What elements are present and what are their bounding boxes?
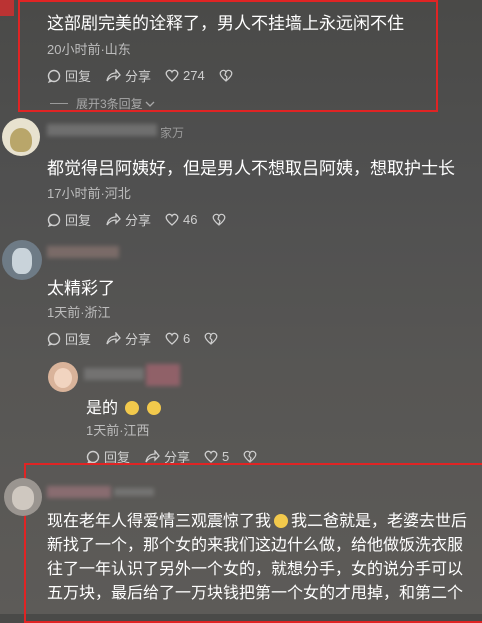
comment-4-meta: 1天前·江西 — [86, 423, 150, 438]
shy-face-emoji-icon — [125, 401, 140, 415]
laughing-crying-emoji-icon — [274, 514, 289, 528]
expand-replies-button[interactable]: 展开3条回复 — [50, 95, 155, 112]
avatar-figure — [12, 486, 34, 510]
like-button[interactable]: 6 — [165, 331, 190, 346]
dislike-button[interactable] — [204, 332, 222, 345]
avatar-fragment — [0, 0, 14, 16]
comment-1-text: 这部剧完美的诠释了，男人不挂墙上永远闲不住 — [47, 14, 404, 33]
reply-icon — [86, 450, 100, 464]
avatar[interactable] — [4, 478, 42, 516]
share-button[interactable]: 分享 — [105, 210, 151, 229]
shy-face-emoji-icon — [146, 401, 161, 415]
avatar[interactable] — [2, 118, 40, 156]
username-blurred — [84, 368, 144, 380]
share-icon — [145, 449, 160, 462]
comment-1-meta: 20小时前·山东 — [47, 42, 131, 57]
dislike-button[interactable] — [212, 213, 230, 226]
avatar[interactable] — [2, 240, 42, 280]
comment-5-text: 现在老年人得爱情三观震惊了我 我二爸就是，老婆去世后 新找了一个，那个女的来我们这… — [47, 510, 467, 606]
comment-5-line-4: 五万块，最后给了一万块钱把第一个女的才甩掉，和第二个 — [47, 585, 464, 602]
like-button[interactable]: 274 — [165, 68, 205, 83]
username-blurred — [47, 246, 119, 258]
broken-heart-icon — [219, 69, 233, 82]
username-blurred — [146, 364, 180, 386]
divider-line — [50, 103, 68, 104]
comment-2-meta: 17小时前·河北 — [47, 186, 131, 201]
comment-2-text: 都觉得吕阿姨好，但是男人不想取吕阿姨，想取护士长 — [47, 159, 455, 178]
reply-icon — [47, 69, 61, 83]
comment-5-line-2: 新找了一个，那个女的来我们这边什么做，给他做饭洗衣服 — [47, 537, 464, 554]
heart-icon — [165, 332, 179, 345]
avatar[interactable] — [48, 362, 78, 392]
comment-5-line-3: 往了一年认识了另外一个女的，就想分手，女的说分手可以 — [47, 561, 464, 578]
comment-3-text: 太精彩了 — [47, 279, 115, 298]
username-blurred — [47, 124, 157, 136]
avatar-figure — [12, 248, 32, 274]
comment-1-actions: 回复 分享 274 — [47, 66, 251, 85]
share-icon — [106, 331, 121, 344]
avatar-figure — [54, 368, 72, 388]
dislike-button[interactable] — [219, 69, 237, 82]
comment-5-line-1: 现在老年人得爱情三观震惊了我 我二爸就是，老婆去世后 — [47, 513, 468, 530]
dislike-button[interactable] — [243, 450, 261, 463]
share-button[interactable]: 分享 — [105, 66, 151, 85]
username-blurred — [114, 488, 154, 496]
broken-heart-icon — [212, 213, 225, 226]
broken-heart-icon — [243, 450, 257, 463]
like-button[interactable]: 5 — [204, 449, 229, 464]
comment-3-meta: 1天前·浙江 — [47, 305, 111, 320]
avatar-figure — [10, 128, 32, 152]
comment-3-actions: 回复 分享 6 — [47, 329, 236, 348]
heart-icon — [165, 213, 179, 226]
chevron-down-icon — [145, 101, 155, 107]
comment-4-text: 是的 — [86, 394, 161, 418]
reply-button[interactable]: 回复 — [47, 210, 91, 229]
username-tail: 家万 — [160, 126, 185, 140]
like-button[interactable]: 46 — [165, 212, 198, 227]
reply-button[interactable]: 回复 — [47, 329, 91, 348]
reply-button[interactable]: 回复 — [47, 66, 91, 85]
share-icon — [106, 212, 121, 225]
reply-icon — [47, 213, 61, 227]
username-blurred — [47, 486, 111, 498]
heart-icon — [204, 450, 218, 463]
share-icon — [106, 68, 121, 81]
reply-icon — [47, 332, 61, 346]
comment-2-actions: 回复 分享 46 — [47, 210, 244, 229]
broken-heart-icon — [204, 332, 218, 345]
share-button[interactable]: 分享 — [105, 329, 151, 348]
heart-icon — [165, 69, 179, 82]
